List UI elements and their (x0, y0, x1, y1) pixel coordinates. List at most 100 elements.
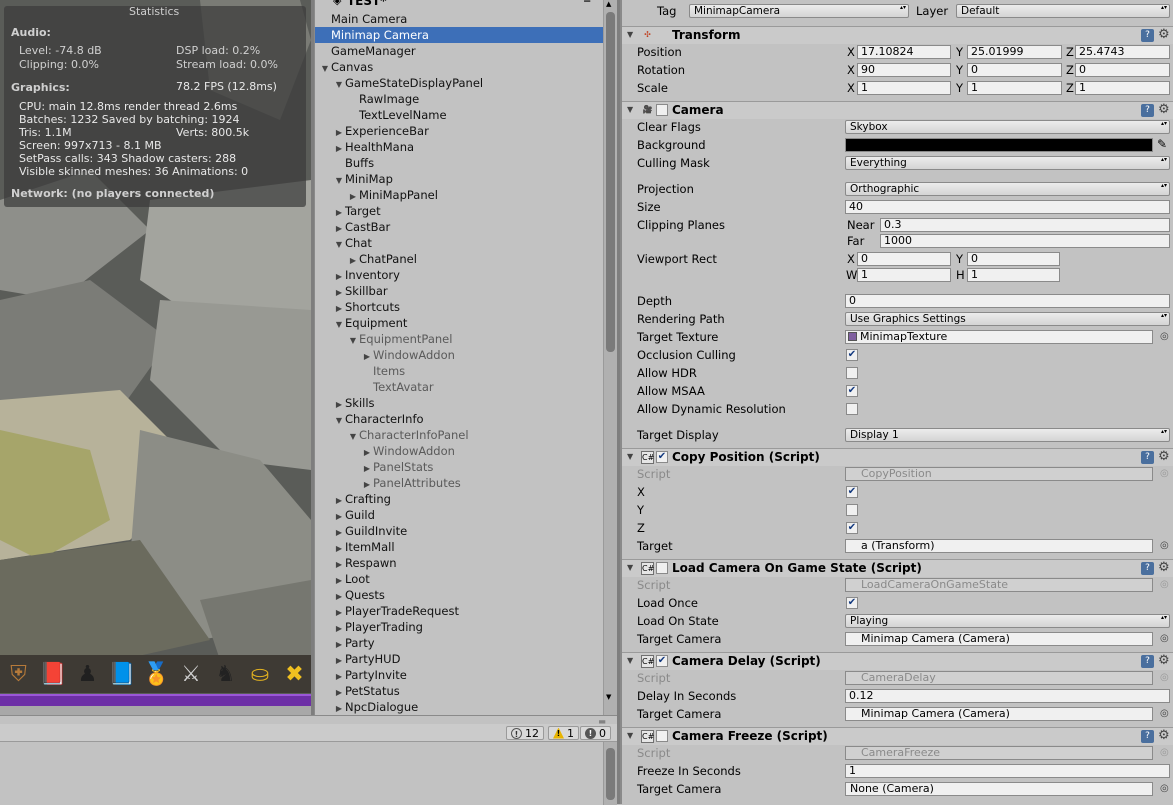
gear-icon[interactable]: ⚙ (1158, 449, 1170, 464)
hierarchy-item[interactable]: ▶ ChatPanel (315, 251, 603, 267)
viewport-h-field[interactable]: 1 (967, 268, 1060, 282)
load-on-state-dropdown[interactable]: Playing (845, 614, 1170, 628)
scroll-down-icon[interactable]: ▼ (606, 693, 611, 701)
hierarchy-item[interactable]: ▶ Guild (315, 507, 603, 523)
help-icon[interactable]: ? (1141, 730, 1154, 743)
hierarchy-item[interactable]: ▶ Quests (315, 587, 603, 603)
hierarchy-item[interactable]: ▶ PanelAttributes (315, 475, 603, 491)
hierarchy-item[interactable]: ▼ CharacterInfo (315, 411, 603, 427)
hierarchy-item[interactable]: ▶ Shortcuts (315, 299, 603, 315)
viewport-x-field[interactable]: 0 (857, 252, 951, 266)
hierarchy-item[interactable]: Buffs (315, 155, 603, 171)
camera-freeze-enabled-checkbox[interactable] (656, 730, 668, 742)
occlusion-culling-checkbox[interactable]: ✔ (846, 349, 858, 361)
hierarchy-item[interactable]: ▶ Loot (315, 571, 603, 587)
gear-icon[interactable]: ⚙ (1158, 653, 1170, 668)
object-picker-icon[interactable]: ◎ (1160, 633, 1169, 644)
hierarchy-item[interactable]: GameManager (315, 43, 603, 59)
hierarchy-scroll-thumb[interactable] (606, 12, 615, 352)
target-camera-field[interactable]: Minimap Camera (Camera) (845, 632, 1153, 646)
rotation-z-field[interactable]: 0 (1075, 63, 1170, 77)
depth-field[interactable]: 0 (845, 294, 1170, 308)
game-view[interactable]: Statistics Audio: Level: -74.8 dB Clippi… (0, 0, 311, 715)
culling-mask-dropdown[interactable]: Everything (845, 156, 1170, 170)
log-count-badge[interactable]: ! 12 (506, 726, 544, 740)
foldout-icon[interactable]: ▼ (627, 731, 633, 740)
copy-y-checkbox[interactable] (846, 504, 858, 516)
hierarchy-item[interactable]: ▶ WindowAddon (315, 347, 603, 363)
hierarchy-item[interactable]: ▼ Chat (315, 235, 603, 251)
gear-icon[interactable]: ⚙ (1158, 560, 1170, 575)
hierarchy-item[interactable]: ▶ MiniMapPanel (315, 187, 603, 203)
hierarchy-item[interactable]: ▶ NpcDialogue (315, 699, 603, 715)
foldout-icon[interactable]: ▼ (627, 563, 633, 572)
camera-delay-header[interactable]: ▼ C# ✔ Camera Delay (Script) ? ⚙ (622, 652, 1173, 670)
hierarchy-item[interactable]: ▼ Canvas (315, 59, 603, 75)
tag-dropdown[interactable]: MinimapCamera (689, 4, 909, 18)
copy-z-checkbox[interactable]: ✔ (846, 522, 858, 534)
size-field[interactable]: 40 (845, 200, 1170, 214)
camera-enabled-checkbox[interactable] (656, 104, 668, 116)
foldout-icon[interactable]: ▼ (627, 105, 633, 114)
hierarchy-item[interactable]: RawImage (315, 91, 603, 107)
target-camera-field[interactable]: Minimap Camera (Camera) (845, 707, 1153, 721)
clear-flags-dropdown[interactable]: Skybox (845, 120, 1170, 134)
help-icon[interactable]: ? (1141, 29, 1154, 42)
coins-icon[interactable]: ⛀ (244, 656, 277, 692)
load-camera-header[interactable]: ▼ C# Load Camera On Game State (Script) … (622, 559, 1173, 577)
help-icon[interactable]: ? (1141, 655, 1154, 668)
object-picker-icon[interactable]: ◎ (1160, 708, 1169, 719)
rendering-path-dropdown[interactable]: Use Graphics Settings (845, 312, 1170, 326)
hierarchy-item[interactable]: ▶ Party (315, 635, 603, 651)
hierarchy-item[interactable]: Main Camera (315, 11, 603, 27)
character-icon[interactable]: ♟ (71, 656, 104, 692)
hierarchy-item[interactable]: ▶ PetStatus (315, 683, 603, 699)
foldout-icon[interactable]: ▼ (627, 30, 633, 39)
close-icon[interactable]: ✖ (278, 656, 311, 692)
help-icon[interactable]: ? (1141, 451, 1154, 464)
hierarchy-item[interactable]: ▶ PartyInvite (315, 667, 603, 683)
hierarchy-item[interactable]: ▶ PartyHUD (315, 651, 603, 667)
rotation-y-field[interactable]: 0 (967, 63, 1062, 77)
target-display-dropdown[interactable]: Display 1 (845, 428, 1170, 442)
hierarchy-item[interactable]: ▶ Crafting (315, 491, 603, 507)
camera-delay-enabled-checkbox[interactable]: ✔ (656, 655, 668, 667)
layer-dropdown[interactable]: Default (956, 4, 1170, 18)
gear-icon[interactable]: ⚙ (1158, 728, 1170, 743)
allow-dynamic-resolution-checkbox[interactable] (846, 403, 858, 415)
hierarchy-item[interactable]: ▶ Skillbar (315, 283, 603, 299)
viewport-y-field[interactable]: 0 (967, 252, 1060, 266)
load-once-checkbox[interactable]: ✔ (846, 597, 858, 609)
allow-hdr-checkbox[interactable] (846, 367, 858, 379)
scale-x-field[interactable]: 1 (857, 81, 951, 95)
hierarchy-item[interactable]: ▶ Skills (315, 395, 603, 411)
hierarchy-item[interactable]: TextLevelName (315, 107, 603, 123)
console-scroll-thumb[interactable] (606, 748, 615, 800)
scale-y-field[interactable]: 1 (967, 81, 1062, 95)
hierarchy-item[interactable]: ▶ GuildInvite (315, 523, 603, 539)
target-field[interactable]: a (Transform) (845, 539, 1153, 553)
console-scrollbar[interactable] (603, 742, 617, 805)
hierarchy-item[interactable]: ▼ Equipment (315, 315, 603, 331)
scene-header[interactable]: ◈ TEST* ≡ (315, 0, 617, 8)
eyedropper-icon[interactable]: ✎ (1157, 137, 1167, 151)
help-icon[interactable]: ? (1141, 104, 1154, 117)
viewport-w-field[interactable]: 1 (857, 268, 951, 282)
shield-icon[interactable]: ⛨ (2, 656, 35, 692)
warning-count-badge[interactable]: ! 1 (548, 726, 579, 740)
load-camera-enabled-checkbox[interactable] (656, 562, 668, 574)
gear-icon[interactable]: ⚙ (1158, 27, 1170, 42)
hierarchy-item[interactable]: ▶ Inventory (315, 267, 603, 283)
hierarchy-item[interactable]: Items (315, 363, 603, 379)
hierarchy-item[interactable]: ▶ CastBar (315, 219, 603, 235)
target-camera-field[interactable]: None (Camera) (845, 782, 1153, 796)
error-count-badge[interactable]: ! 0 (580, 726, 611, 740)
far-field[interactable]: 1000 (880, 234, 1170, 248)
hierarchy-item[interactable]: ▶ ExperienceBar (315, 123, 603, 139)
copy-position-enabled-checkbox[interactable]: ✔ (656, 451, 668, 463)
position-x-field[interactable]: 17.10824 (857, 45, 951, 59)
hierarchy-item[interactable]: ▼ CharacterInfoPanel (315, 427, 603, 443)
gear-icon[interactable]: ⚙ (1158, 102, 1170, 117)
camera-component-header[interactable]: ▼ 🎥 Camera ? ⚙ (622, 101, 1173, 119)
transform-header[interactable]: ▼ ✣ Transform ? ⚙ (622, 26, 1173, 44)
